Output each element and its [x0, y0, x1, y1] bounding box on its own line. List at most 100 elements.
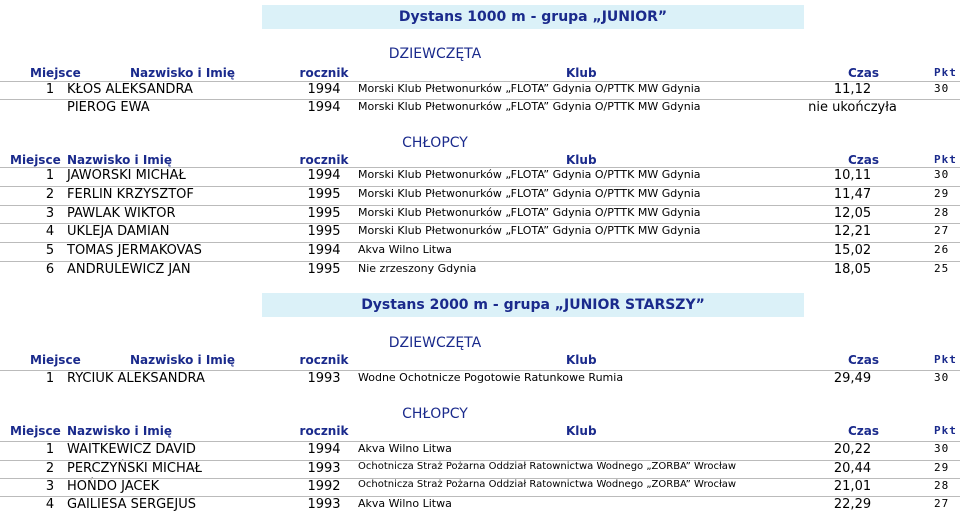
cell-rocznik: 1994	[307, 168, 341, 183]
header-pkt: Pkt	[934, 353, 957, 366]
header-czas: Czas	[848, 66, 880, 80]
header-klub: Klub	[566, 353, 597, 367]
cell-miejsce: 1	[45, 442, 55, 457]
cell-klub: Ochotnicza Straż Pożarna Oddział Ratowni…	[358, 461, 737, 472]
cell-miejsce: 5	[45, 243, 55, 258]
cell-czas: 11,47	[833, 187, 872, 202]
cell-rocznik: 1995	[307, 187, 341, 202]
cell-miejsce: 3	[45, 479, 55, 494]
header-nazwisko: Nazwisko i Imię	[130, 353, 236, 367]
cell-rocznik: 1994	[307, 100, 341, 115]
header-rocznik: rocznik	[299, 424, 349, 438]
cell-klub: Morski Klub Płetwonurków „FLOTA” Gdynia …	[358, 100, 701, 113]
cell-czas: 18,05	[833, 262, 872, 277]
cell-rocznik: 1992	[307, 479, 341, 494]
cell-pkt: 29	[934, 187, 950, 200]
group-label: DZIEWCZĘTA	[388, 335, 482, 351]
cell-miejsce: 1	[45, 168, 55, 183]
header-rocznik: rocznik	[299, 353, 349, 367]
cell-klub: Wodne Ochotnicze Pogotowie Ratunkowe Rum…	[358, 371, 624, 384]
header-klub: Klub	[566, 66, 597, 80]
cell-klub: Morski Klub Płetwonurków „FLOTA” Gdynia …	[358, 224, 701, 237]
cell-nazwisko: KŁOS ALEKSANDRA	[67, 82, 193, 97]
cell-czas: 22,29	[833, 497, 872, 512]
cell-rocznik: 1994	[307, 243, 341, 258]
group-label: DZIEWCZĘTA	[388, 46, 482, 62]
cell-czas: 20,44	[833, 461, 872, 476]
cell-nazwisko: PIEROG EWA	[67, 100, 150, 115]
header-klub: Klub	[566, 153, 597, 167]
cell-miejsce: 2	[45, 461, 55, 476]
cell-nazwisko: HOŃDO JACEK	[67, 479, 160, 494]
table-row: 4 UKLEJA DAMIAN 1995 Morski Klub Płetwon…	[0, 224, 960, 243]
table-gridline	[0, 478, 960, 479]
cell-rocznik: 1995	[307, 206, 341, 221]
cell-klub: Akva Wilno Litwa	[358, 243, 452, 256]
table-row: 1 WAITKEWICZ DAVID 1994 Akva Wilno Litwa…	[0, 442, 960, 461]
header-rocznik: rocznik	[299, 66, 349, 80]
cell-pkt: 27	[934, 497, 950, 510]
table-gridline	[0, 99, 960, 100]
header-czas: Czas	[848, 153, 880, 167]
cell-klub: Akva Wilno Litwa	[358, 442, 452, 455]
cell-nazwisko: FERLIN KRZYSZTOF	[67, 187, 194, 202]
cell-czas: 15,02	[833, 243, 872, 258]
cell-pkt: 28	[934, 206, 950, 219]
cell-czas: 12,21	[833, 224, 872, 239]
header-miejsce: Miejsce	[10, 424, 61, 438]
header-klub: Klub	[566, 424, 597, 438]
cell-rocznik: 1993	[307, 371, 341, 386]
cell-nazwisko: UKLEJA DAMIAN	[67, 224, 170, 239]
header-nazwisko: Nazwisko i Imię	[67, 424, 173, 438]
cell-nazwisko: GAILIESA SERGEJUS	[67, 497, 196, 512]
cell-miejsce: 1	[45, 371, 55, 386]
section-title: Dystans 1000 m - grupa „JUNIOR”	[262, 5, 804, 29]
table-row: PIEROG EWA 1994 Morski Klub Płetwonurków…	[0, 100, 960, 119]
table-gridline	[0, 441, 960, 442]
cell-pkt: 30	[934, 371, 950, 384]
cell-pkt: 29	[934, 461, 950, 474]
cell-czas: nie ukończyła	[808, 100, 897, 115]
header-rocznik: rocznik	[299, 153, 349, 167]
table-gridline	[0, 242, 960, 243]
cell-pkt: 25	[934, 262, 950, 275]
cell-nazwisko: WAITKEWICZ DAVID	[67, 442, 196, 457]
table-row: 1 JAWORSKI MICHAŁ 1994 Morski Klub Płetw…	[0, 168, 960, 187]
table-row: 2 FERLIN KRZYSZTOF 1995 Morski Klub Płet…	[0, 187, 960, 206]
cell-miejsce: 6	[45, 262, 55, 277]
cell-klub: Morski Klub Płetwonurków „FLOTA” Gdynia …	[358, 82, 701, 95]
cell-klub: Akva Wilno Litwa	[358, 497, 452, 510]
cell-klub: Morski Klub Płetwonurków „FLOTA” Gdynia …	[358, 187, 701, 200]
table-gridline	[0, 167, 960, 168]
cell-miejsce: 1	[45, 82, 55, 97]
cell-nazwisko: RYCIUK ALEKSANDRA	[67, 371, 205, 386]
cell-klub: Nie zrzeszony Gdynia	[358, 262, 477, 275]
header-miejsce: Miejsce	[10, 153, 61, 167]
table-gridline	[0, 223, 960, 224]
header-pkt: Pkt	[934, 153, 957, 166]
cell-rocznik: 1994	[307, 442, 341, 457]
table-gridline	[0, 460, 960, 461]
cell-pkt: 30	[934, 82, 950, 95]
table-gridline	[0, 81, 960, 82]
cell-klub: Ochotnicza Straż Pożarna Oddział Ratowni…	[358, 479, 737, 490]
table-gridline	[0, 261, 960, 262]
cell-pkt: 30	[934, 168, 950, 181]
cell-miejsce: 3	[45, 206, 55, 221]
header-nazwisko: Nazwisko i Imię	[130, 66, 236, 80]
cell-klub: Morski Klub Płetwonurków „FLOTA” Gdynia …	[358, 168, 701, 181]
cell-rocznik: 1995	[307, 224, 341, 239]
cell-czas: 12,05	[833, 206, 872, 221]
header-czas: Czas	[848, 353, 880, 367]
cell-nazwisko: TOMAS JERMAKOVAS	[67, 243, 202, 258]
table-gridline	[0, 496, 960, 497]
header-pkt: Pkt	[934, 66, 957, 79]
table-gridline	[0, 370, 960, 371]
header-pkt: Pkt	[934, 424, 957, 437]
cell-czas: 11,12	[833, 82, 872, 97]
group-label: CHŁOPCY	[402, 135, 468, 151]
cell-pkt: 30	[934, 442, 950, 455]
header-miejsce: Miejsce	[30, 353, 81, 367]
header-miejsce: Miejsce	[30, 66, 81, 80]
cell-czas: 20,22	[833, 442, 872, 457]
